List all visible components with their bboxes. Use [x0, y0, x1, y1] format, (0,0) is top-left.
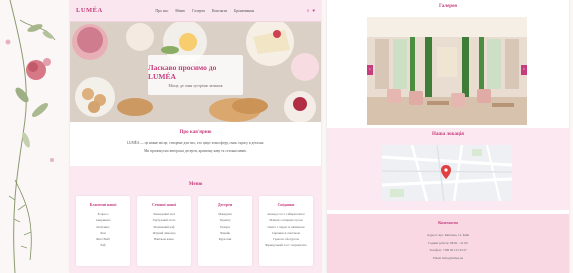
- brand-logo[interactable]: LUMÉA: [76, 7, 103, 14]
- nav-link-about[interactable]: Про нас: [155, 9, 168, 13]
- hero-caption-box: Ласкаво просимо до LUMÉA Місце, де смак …: [148, 55, 243, 95]
- menu-item: Круасани: [218, 237, 232, 242]
- contact-lines: Адреса: вул. Квіткова, 12, Київ Години р…: [327, 232, 569, 262]
- contact-email[interactable]: Email: hello@lumea.ua: [327, 255, 569, 263]
- menu-card-desserts: Десерти Макаруни Тірамісу Еклери Чізкейк…: [198, 196, 252, 266]
- menu-item: Ванільна какао: [154, 237, 174, 242]
- menu-card-breakfast: Сніданки Авокадо тост з яйцем пашот Млин…: [259, 196, 313, 266]
- hero-section: Ласкаво просимо до LUMÉA Місце, де смак …: [70, 22, 321, 122]
- search-icon[interactable]: ⌕: [307, 8, 310, 13]
- menu-card-title: Класичні напої: [89, 203, 117, 207]
- top-navbar: LUMÉA Про нас Меню Галерея Контакти Брон…: [70, 0, 321, 22]
- menu-card-classic: Класичні напої Еспресо Американо Капучин…: [76, 196, 130, 266]
- nav-link-contacts[interactable]: Контакти: [212, 9, 227, 13]
- contact-section: Контакти Адреса: вул. Квіткова, 12, Київ…: [327, 214, 569, 273]
- about-text-2: Ми пропонуємо авторські десерти, ароматн…: [144, 148, 247, 153]
- gallery-panel: Галерея ‹ › Наша локація Контакти Адреса…: [327, 0, 569, 273]
- hero-subtitle: Місце, де смак зустрічає затишок: [168, 83, 223, 88]
- menu-cards: Класичні напої Еспресо Американо Капучин…: [76, 196, 315, 266]
- gallery-next-button[interactable]: ›: [521, 65, 527, 75]
- hero-title: Ласкаво просимо до LUMÉA: [148, 62, 217, 81]
- contact-hours: Години роботи: 08:00 – 21:00: [428, 240, 468, 245]
- location-map[interactable]: [382, 145, 512, 201]
- contact-phone[interactable]: Телефон: +380 00 123 45 67: [327, 247, 569, 255]
- menu-item: Французький тост з карамеллю: [265, 243, 307, 248]
- about-title: Про кав'ярню: [179, 130, 212, 135]
- floral-decoration: [5, 0, 56, 273]
- cafe-interior-image: [367, 17, 527, 125]
- menu-item: Раф: [100, 243, 106, 248]
- menu-title: Меню: [188, 182, 203, 187]
- nav-link-booking[interactable]: Бронювання: [234, 9, 254, 13]
- menu-card-seasonal: Сезонні напої Лавандовий лате Гарбузовий…: [137, 196, 191, 266]
- about-section: Про кав'ярню LUMÉA — це ніжне місце, ств…: [70, 122, 321, 166]
- gallery-prev-button[interactable]: ‹: [367, 65, 373, 75]
- nav-links: Про нас Меню Галерея Контакти Бронювання: [155, 9, 254, 13]
- menu-section: Меню Класичні напої Еспресо Американо Ка…: [70, 166, 321, 273]
- nav-icons: ⌕ ♥: [307, 8, 315, 13]
- contact-address: Адреса: вул. Квіткова, 12, Київ: [427, 233, 469, 237]
- nav-link-gallery[interactable]: Галерея: [192, 9, 205, 13]
- nav-link-menu[interactable]: Меню: [175, 9, 185, 13]
- main-site-panel: LUMÉA Про нас Меню Галерея Контакти Брон…: [70, 0, 321, 273]
- gallery-title: Галерея: [438, 4, 457, 9]
- menu-card-title: Сезонні напої: [151, 203, 176, 207]
- gallery-carousel: ‹ ›: [367, 17, 527, 125]
- menu-card-title: Десерти: [217, 203, 233, 207]
- location-section: Наша локація: [327, 128, 569, 210]
- about-text-1: LUMÉA — це ніжне місце, створене для тих…: [126, 141, 265, 145]
- cart-icon[interactable]: ♥: [312, 8, 315, 13]
- contact-title: Контакти: [438, 220, 458, 225]
- location-title: Наша локація: [432, 132, 464, 137]
- menu-card-title: Сніданки: [277, 203, 295, 207]
